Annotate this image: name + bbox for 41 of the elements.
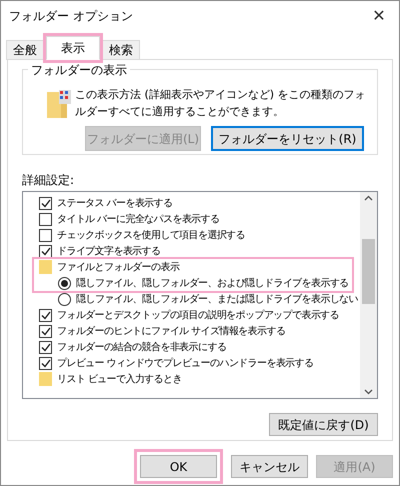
tab[interactable]: 検索 [102, 40, 140, 60]
apply-button[interactable]: フォルダーをリセット(R) [211, 126, 364, 151]
setting-label: 隠しファイル、隠しフォルダー、および隠しドライブを表示する [76, 276, 349, 290]
folder-icon [39, 372, 52, 386]
checkbox[interactable] [39, 308, 52, 322]
scroll-up-icon[interactable] [364, 195, 373, 201]
scroll-down-icon[interactable] [364, 389, 373, 395]
radio-button[interactable] [58, 276, 71, 290]
advanced-settings-label: 詳細設定: [22, 172, 74, 189]
setting-label: ステータス バーを表示する [57, 196, 172, 210]
checkbox[interactable] [39, 244, 52, 258]
setting-label: フォルダーの結合の競合を非表示にする [57, 340, 226, 354]
window-title: フォルダー オプション [9, 8, 133, 25]
setting-label: ファイルとフォルダーの表示 [57, 260, 180, 274]
setting-label: リスト ビューで入力するとき [57, 372, 182, 386]
setting-label: 隠しファイル、隠しフォルダー、または隠しドライブを表示しない [76, 292, 358, 306]
dialog-button[interactable]: キャンセル [231, 455, 308, 478]
restore-defaults-button[interactable]: 既定値に戻す(D) [269, 413, 378, 436]
setting-label: フォルダーのヒントにファイル サイズ情報を表示する [57, 324, 286, 338]
checkbox[interactable] [39, 228, 52, 242]
checkbox[interactable] [39, 340, 52, 354]
setting-label: タイトル バーに完全なパスを表示する [57, 212, 220, 226]
checkbox[interactable] [39, 324, 52, 338]
folder-view-icon [47, 88, 71, 118]
dialog-button[interactable]: OK [140, 455, 217, 478]
scroll-thumb[interactable] [362, 239, 375, 304]
description-text: この表示方法 (詳細表示やアイコンなど) をこの種類のフォルダーすべてに適用することができます。 [75, 87, 367, 120]
tab[interactable]: 全般 [6, 40, 44, 60]
scrollbar[interactable] [360, 192, 377, 398]
group-title: フォルダーの表示 [28, 61, 130, 79]
setting-label: プレビュー ウィンドウでプレビューのハンドラーを表示する [57, 356, 314, 370]
checkbox[interactable] [39, 356, 52, 370]
folder-icon [39, 260, 52, 274]
checkbox[interactable] [39, 212, 52, 226]
radio-button[interactable] [58, 292, 71, 306]
setting-label: フォルダーとデスクトップの項目の説明をポップアップで表示する [57, 308, 340, 322]
setting-label: チェックボックスを使用して項目を選択する [57, 228, 246, 242]
tab[interactable]: 表示 [46, 36, 100, 60]
setting-label: ドライブ文字を表示する [57, 244, 160, 258]
close-button[interactable]: ✕ [359, 1, 399, 31]
checkbox[interactable] [39, 196, 52, 210]
